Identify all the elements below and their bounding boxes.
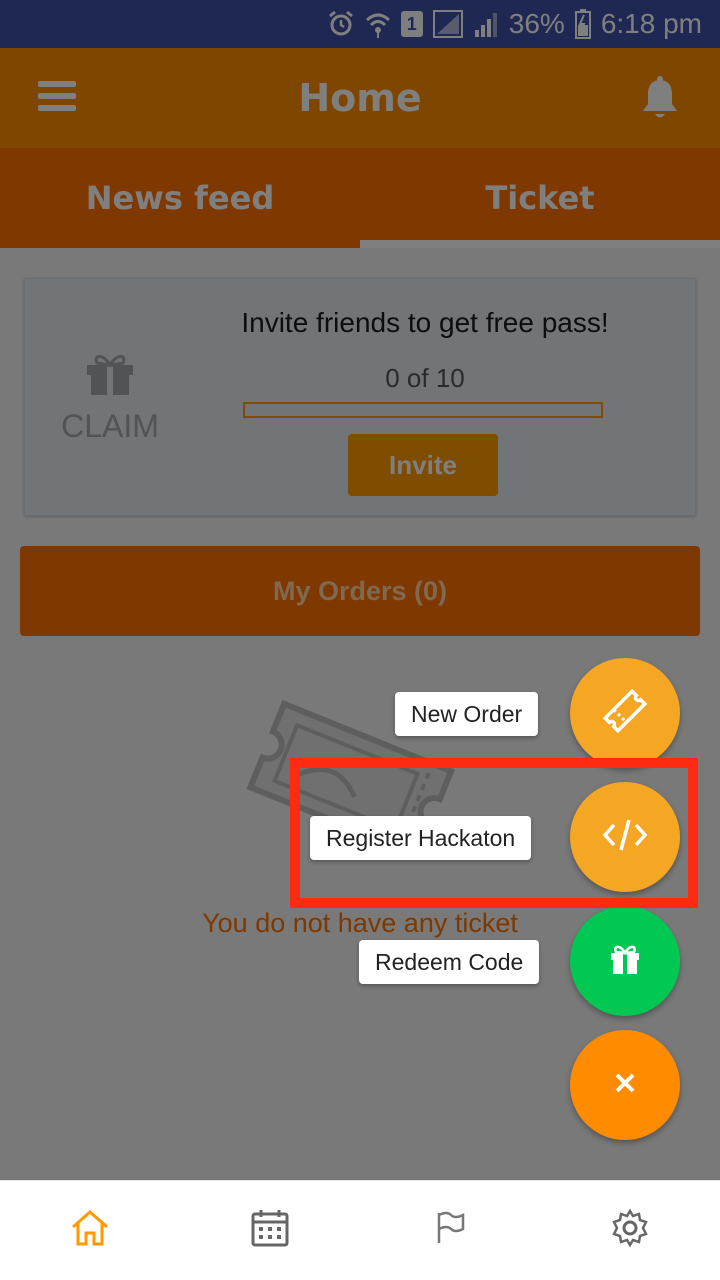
close-fab-button[interactable] <box>570 1030 680 1140</box>
nav-calendar[interactable] <box>180 1181 360 1280</box>
redeem-code-label[interactable]: Redeem Code <box>359 940 540 984</box>
calendar-icon <box>250 1208 290 1253</box>
settings-icon <box>610 1208 650 1253</box>
flag-icon <box>435 1211 465 1250</box>
close-icon <box>612 1070 638 1101</box>
nav-home[interactable] <box>0 1181 180 1280</box>
bottom-nav <box>0 1180 720 1280</box>
gift-icon <box>608 942 642 981</box>
redeem-code-button[interactable] <box>570 906 680 1016</box>
nav-settings[interactable] <box>540 1181 720 1280</box>
new-order-label[interactable]: New Order <box>395 692 539 736</box>
new-order-button[interactable] <box>570 658 680 768</box>
nav-flag[interactable] <box>360 1181 540 1280</box>
highlight-box <box>290 758 698 908</box>
ticket-icon <box>602 688 648 739</box>
home-icon <box>70 1208 110 1253</box>
